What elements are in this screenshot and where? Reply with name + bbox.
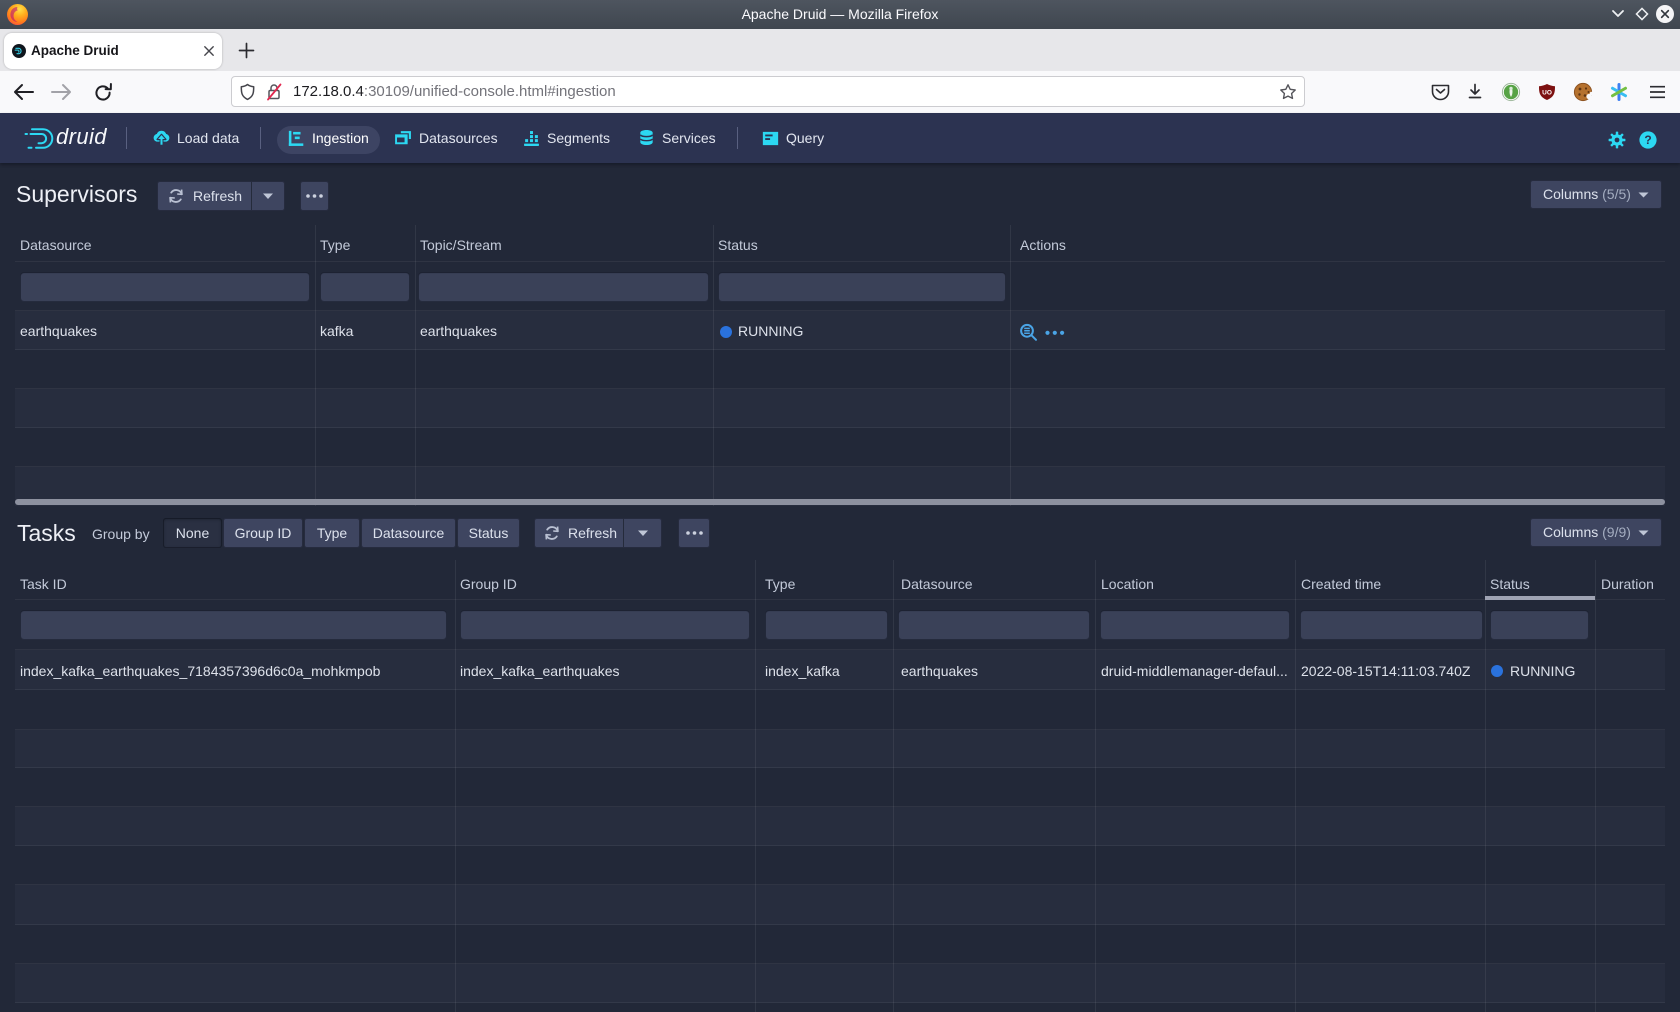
svg-text:?: ? <box>1644 133 1651 147</box>
svg-text:UO: UO <box>1542 90 1552 97</box>
